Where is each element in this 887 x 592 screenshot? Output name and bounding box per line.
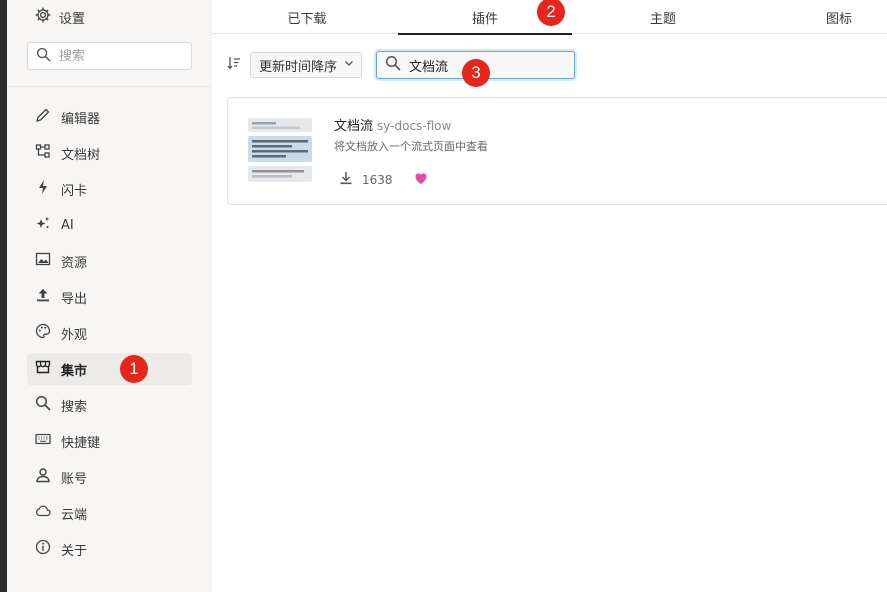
tab-downloaded[interactable]: 已下载	[222, 0, 392, 34]
heart-icon[interactable]	[413, 170, 429, 189]
flash-icon	[35, 179, 51, 199]
sidebar-item-account[interactable]: 账号	[27, 461, 192, 493]
sidebar-item-cloud[interactable]: 云端	[27, 497, 192, 529]
upload-icon	[35, 287, 51, 307]
plugin-thumbnail	[244, 114, 316, 186]
search-icon	[35, 395, 51, 415]
plugin-name: 文档流	[334, 119, 374, 134]
sidebar-item-label: AI	[61, 217, 74, 233]
sidebar-search-box[interactable]	[27, 42, 192, 70]
pencil-icon	[35, 107, 51, 127]
sidebar-search-input[interactable]	[59, 48, 179, 64]
download-count: 1638	[362, 172, 393, 187]
sidebar-item-doctree[interactable]: 文档树	[27, 137, 192, 169]
cloud-icon	[35, 503, 51, 523]
tab-label: 主题	[649, 11, 676, 27]
chevron-down-icon	[343, 57, 355, 73]
plugin-card[interactable]: 文档流 sy-docs-flow 将文档放入一个流式页面中查看 1638	[227, 97, 887, 205]
sparkle-icon	[35, 215, 51, 235]
marketplace-toolbar: 更新时间降序	[226, 51, 363, 79]
sidebar-item-label: 文档树	[61, 147, 101, 163]
sidebar-item-label: 云端	[61, 507, 88, 523]
sidebar-item-label: 导出	[61, 291, 88, 307]
marketplace-panel: 已下载 插件 主题 图标 2 更新时间降序 3	[212, 0, 887, 592]
sidebar-item-label: 账号	[61, 471, 88, 487]
sidebar-item-assets[interactable]: 资源	[27, 245, 192, 277]
step-badge-1: 1	[120, 355, 148, 383]
sidebar-item-search[interactable]: 搜索	[27, 389, 192, 421]
search-icon	[385, 55, 401, 75]
sort-icon[interactable]	[226, 55, 242, 75]
sidebar-item-label: 闪卡	[61, 183, 88, 199]
settings-sidebar: 设置 编辑器 文档树 闪卡 AI 资源 导出	[7, 0, 212, 592]
tab-icons[interactable]: 图标	[754, 0, 887, 34]
sidebar-divider	[7, 86, 212, 87]
tree-icon	[35, 143, 51, 163]
sidebar-item-editor[interactable]: 编辑器	[27, 101, 192, 133]
download-icon	[338, 170, 354, 189]
info-icon	[35, 539, 51, 559]
sidebar-item-appearance[interactable]: 外观	[27, 317, 192, 349]
sidebar-item-about[interactable]: 关于	[27, 533, 192, 565]
plugin-title: 文档流 sy-docs-flow	[334, 115, 451, 134]
search-icon	[36, 47, 51, 66]
step-badge-3: 3	[462, 59, 490, 87]
keyboard-icon	[35, 431, 51, 451]
sidebar-item-flashcard[interactable]: 闪卡	[27, 173, 192, 205]
plugin-package: sy-docs-flow	[377, 119, 452, 133]
sidebar-item-label: 编辑器	[61, 111, 101, 127]
sidebar-nav: 编辑器 文档树 闪卡 AI 资源 导出 外观 集市 1 搜索 快捷键 账号 云端…	[27, 101, 192, 569]
image-icon	[35, 251, 51, 271]
sidebar-item-label: 集市	[61, 363, 88, 379]
gear-icon	[35, 7, 51, 27]
sidebar-item-label: 外观	[61, 327, 88, 343]
sort-select[interactable]: 更新时间降序	[250, 52, 363, 78]
sidebar-item-ai[interactable]: AI	[27, 209, 192, 241]
sidebar-item-export[interactable]: 导出	[27, 281, 192, 313]
settings-label: 设置	[59, 11, 86, 27]
tab-label: 图标	[825, 11, 852, 27]
window-edge	[0, 0, 7, 592]
sidebar-item-shortcuts[interactable]: 快捷键	[27, 425, 192, 457]
palette-icon	[35, 323, 51, 343]
sidebar-item-label: 快捷键	[61, 435, 101, 451]
tab-label: 已下载	[287, 11, 327, 27]
sidebar-item-marketplace[interactable]: 集市 1	[27, 353, 192, 385]
sidebar-item-label: 资源	[61, 255, 88, 271]
tab-themes[interactable]: 主题	[578, 0, 748, 34]
sidebar-item-label: 搜索	[61, 399, 88, 415]
tab-label: 插件	[471, 11, 498, 27]
user-icon	[35, 467, 51, 487]
sidebar-item-label: 关于	[61, 543, 88, 559]
settings-header[interactable]: 设置	[35, 6, 85, 28]
plugin-stats: 1638	[338, 170, 429, 189]
store-icon	[35, 359, 51, 379]
plugin-description: 将文档放入一个流式页面中查看	[334, 140, 488, 153]
sort-select-label: 更新时间降序	[259, 59, 338, 75]
